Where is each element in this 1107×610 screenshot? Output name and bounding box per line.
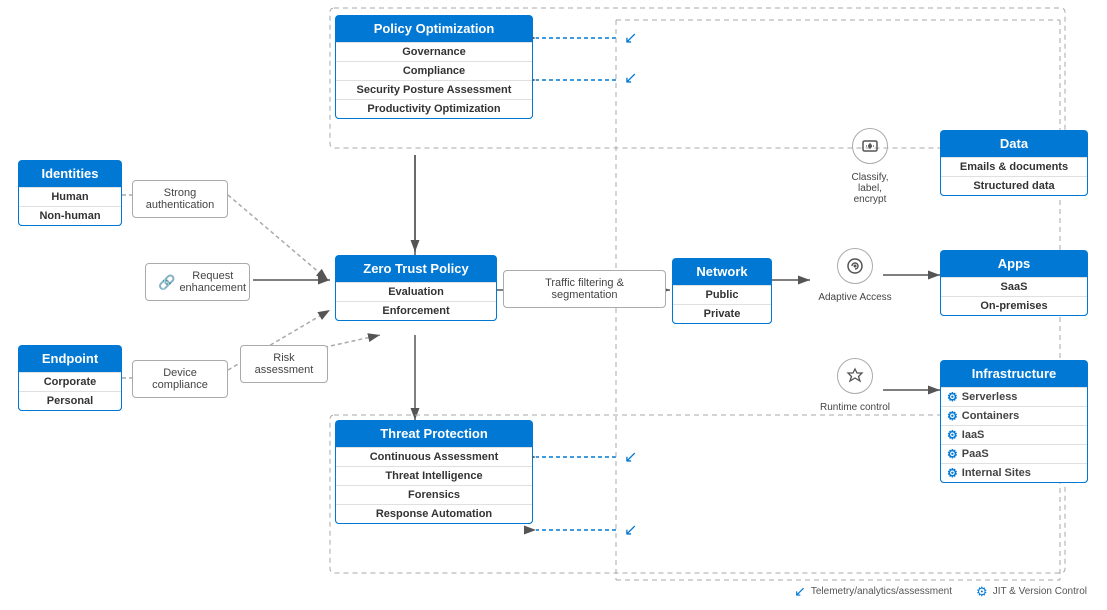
endpoint-items: Corporate Personal [18, 372, 122, 411]
endpoint-item-personal: Personal [19, 391, 121, 410]
infra-item-paas: ⚙ PaaS [941, 444, 1087, 463]
endpoint-item-corporate: Corporate [19, 372, 121, 391]
endpoint-box: Endpoint Corporate Personal [18, 345, 122, 411]
data-title: Data [940, 130, 1088, 157]
identities-items: Human Non-human [18, 187, 122, 226]
apps-item-saas: SaaS [941, 277, 1087, 296]
zero-trust-item-evaluation: Evaluation [336, 282, 496, 301]
jit-legend-icon: ⚙ [976, 584, 988, 600]
infrastructure-items: ⚙ Serverless ⚙ Containers ⚙ IaaS ⚙ PaaS … [940, 387, 1088, 483]
diagram-container: Identities Human Non-human Endpoint Corp… [0, 0, 1107, 610]
telemetry-icon-2: ↙ [624, 68, 637, 88]
identities-box: Identities Human Non-human [18, 160, 122, 226]
network-item-public: Public [673, 285, 771, 304]
threat-item-continuous: Continuous Assessment [336, 447, 532, 466]
jit-icon-containers: ⚙ [947, 409, 958, 423]
jit-legend: ⚙ JIT & Version Control [976, 584, 1087, 600]
apps-box: Apps SaaS On-premises [940, 250, 1088, 316]
adaptive-access-box: Adaptive Access [815, 248, 895, 303]
data-box: Data Emails & documents Structured data [940, 130, 1088, 196]
threat-item-forensics: Forensics [336, 485, 532, 504]
classify-icon [852, 128, 888, 164]
telemetry-icon-4: ↙ [624, 520, 637, 540]
identities-item-nonhuman: Non-human [19, 206, 121, 225]
request-icon: 🔗 [158, 274, 175, 291]
threat-protection-title: Threat Protection [335, 420, 533, 447]
identities-item-human: Human [19, 187, 121, 206]
threat-protection-box: Threat Protection Continuous Assessment … [335, 420, 533, 524]
jit-icon-internalsites: ⚙ [947, 466, 958, 480]
network-title: Network [672, 258, 772, 285]
zero-trust-items: Evaluation Enforcement [335, 282, 497, 321]
zero-trust-title: Zero Trust Policy [335, 255, 497, 282]
apps-title: Apps [940, 250, 1088, 277]
policy-item-security-posture: Security Posture Assessment [336, 80, 532, 99]
policy-optimization-box: Policy Optimization Governance Complianc… [335, 15, 533, 119]
zero-trust-item-enforcement: Enforcement [336, 301, 496, 320]
network-item-private: Private [673, 304, 771, 323]
data-items: Emails & documents Structured data [940, 157, 1088, 196]
classify-label-encrypt-box: Classify, label, encrypt [830, 128, 910, 205]
legend: ↙ Telemetry/analytics/assessment ⚙ JIT &… [794, 583, 1087, 600]
jit-icon-paas: ⚙ [947, 447, 958, 461]
strong-auth-label: Strong authentication [132, 180, 228, 218]
policy-item-compliance: Compliance [336, 61, 532, 80]
infra-item-iaas: ⚙ IaaS [941, 425, 1087, 444]
telemetry-icon-3: ↙ [624, 447, 637, 467]
infra-item-containers: ⚙ Containers [941, 406, 1087, 425]
network-items: Public Private [672, 285, 772, 324]
apps-items: SaaS On-premises [940, 277, 1088, 316]
telemetry-legend-icon: ↙ [794, 583, 806, 600]
request-enhancement-label: 🔗 Request enhancement [145, 263, 250, 301]
endpoint-title: Endpoint [18, 345, 122, 372]
jit-icon-serverless: ⚙ [947, 390, 958, 404]
jit-icon-iaas: ⚙ [947, 428, 958, 442]
adaptive-access-icon [837, 248, 873, 284]
infrastructure-box: Infrastructure ⚙ Serverless ⚙ Containers… [940, 360, 1088, 483]
policy-optimization-items: Governance Compliance Security Posture A… [335, 42, 533, 119]
device-compliance-label: Device compliance [132, 360, 228, 398]
runtime-control-box: Runtime control [815, 358, 895, 413]
traffic-filtering-label: Traffic filtering & segmentation [503, 270, 666, 308]
policy-item-governance: Governance [336, 42, 532, 61]
threat-item-response: Response Automation [336, 504, 532, 523]
policy-optimization-title: Policy Optimization [335, 15, 533, 42]
network-box: Network Public Private [672, 258, 772, 324]
infra-item-serverless: ⚙ Serverless [941, 387, 1087, 406]
identities-title: Identities [18, 160, 122, 187]
infrastructure-title: Infrastructure [940, 360, 1088, 387]
zero-trust-box: Zero Trust Policy Evaluation Enforcement [335, 255, 497, 321]
data-item-emails: Emails & documents [941, 157, 1087, 176]
telemetry-legend: ↙ Telemetry/analytics/assessment [794, 583, 952, 600]
threat-protection-items: Continuous Assessment Threat Intelligenc… [335, 447, 533, 524]
telemetry-icon-1: ↙ [624, 28, 637, 48]
threat-item-intelligence: Threat Intelligence [336, 466, 532, 485]
runtime-control-icon [837, 358, 873, 394]
infra-item-internalsites: ⚙ Internal Sites [941, 463, 1087, 482]
apps-item-onprem: On-premises [941, 296, 1087, 315]
data-item-structured: Structured data [941, 176, 1087, 195]
risk-assessment-label: Risk assessment [240, 345, 328, 383]
policy-item-productivity: Productivity Optimization [336, 99, 532, 118]
